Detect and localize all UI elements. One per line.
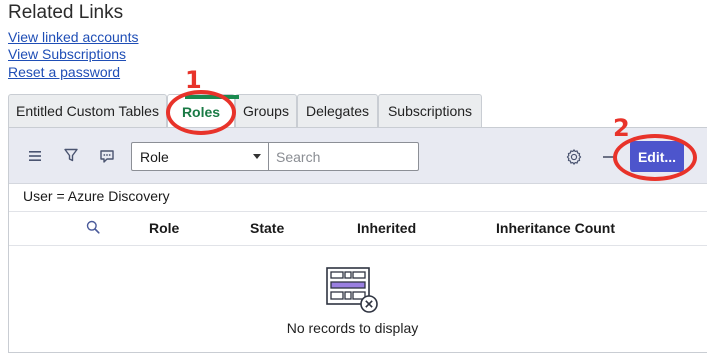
chevron-down-icon	[253, 154, 261, 159]
tab-roles[interactable]: Roles	[167, 94, 235, 128]
active-tab-indicator	[185, 95, 239, 99]
view-linked-accounts-link[interactable]: View linked accounts	[8, 29, 138, 45]
edit-button[interactable]: Edit...	[630, 141, 684, 172]
filter-condition[interactable]: User = Azure Discovery	[23, 188, 170, 204]
tab-entitled-custom-tables[interactable]: Entitled Custom Tables	[8, 94, 167, 127]
related-links-title: Related Links	[8, 2, 124, 23]
tab-delegates[interactable]: Delegates	[297, 94, 378, 127]
empty-records-icon	[326, 267, 378, 313]
tab-label: Subscriptions	[387, 103, 473, 119]
field-select[interactable]: Role	[131, 142, 269, 171]
reset-password-link[interactable]: Reset a password	[8, 64, 120, 80]
view-subscriptions-link[interactable]: View Subscriptions	[8, 46, 126, 62]
tab-label: Delegates	[305, 103, 370, 119]
tab-label: Entitled Custom Tables	[16, 103, 159, 119]
tab-label: Groups	[243, 103, 289, 119]
empty-state-message: No records to display	[286, 320, 419, 336]
tab-subscriptions[interactable]: Subscriptions	[378, 94, 482, 127]
menu-icon[interactable]	[26, 147, 44, 165]
filter-breadcrumb: User = Azure Discovery	[9, 183, 707, 212]
column-header-inherited[interactable]: Inherited	[357, 220, 416, 236]
table-header: Role State Inherited Inheritance Count	[9, 211, 707, 246]
toolbar-separator	[603, 156, 617, 158]
tab-groups[interactable]: Groups	[235, 94, 297, 127]
search-icon[interactable]	[86, 220, 100, 237]
column-header-state[interactable]: State	[250, 220, 284, 236]
column-header-role[interactable]: Role	[149, 220, 179, 236]
annotation-number-2: 2	[613, 114, 630, 142]
search-input[interactable]	[268, 142, 419, 171]
column-header-inheritance-count[interactable]: Inheritance Count	[496, 220, 615, 236]
annotation-number-1: 1	[185, 66, 202, 94]
comment-icon[interactable]	[98, 147, 116, 165]
tab-label: Roles	[181, 103, 221, 120]
gear-icon[interactable]	[564, 147, 584, 167]
field-select-value: Role	[140, 148, 169, 165]
filter-icon[interactable]	[62, 146, 80, 164]
